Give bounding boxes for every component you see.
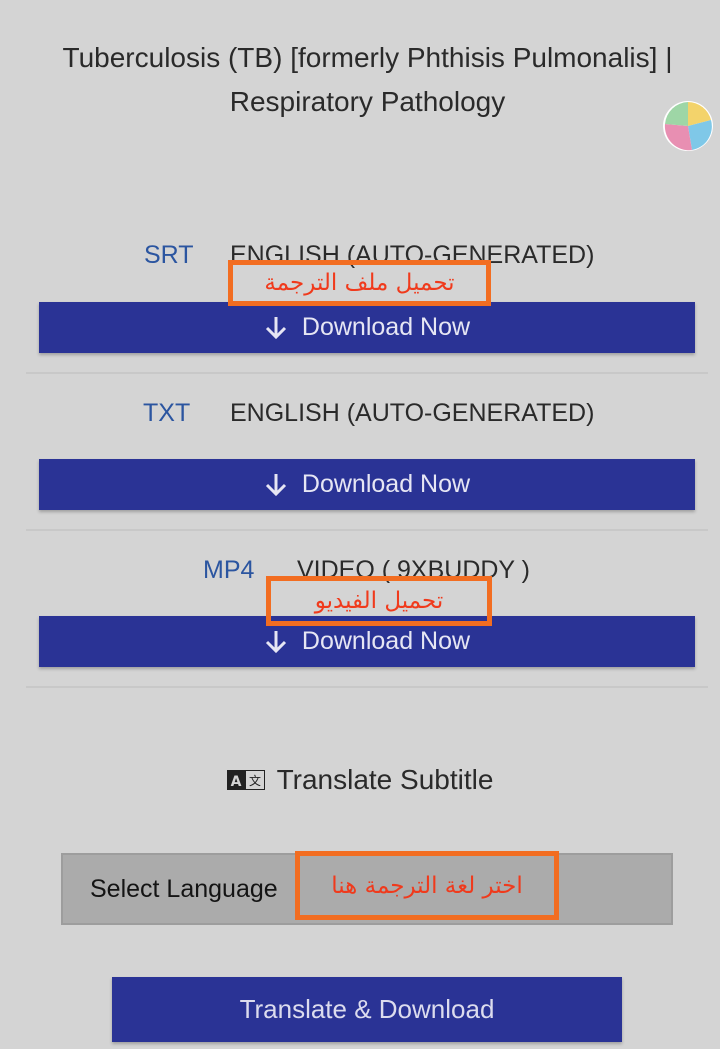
translate-heading: A 文 Translate Subtitle	[0, 764, 720, 796]
divider	[26, 372, 708, 374]
logo-icon	[662, 100, 714, 152]
download-srt-button[interactable]: Download Now	[39, 302, 695, 353]
format-label-srt: SRT	[144, 241, 194, 269]
description-txt: ENGLISH (AUTO-GENERATED)	[230, 399, 595, 427]
translate-icon: A 文	[226, 770, 265, 790]
annotation-video: تحميل الفيديو	[266, 576, 492, 626]
format-label-txt: TXT	[143, 399, 191, 427]
page-title: Tuberculosis (TB) [formerly Phthisis Pul…	[40, 36, 695, 124]
svg-text:A: A	[230, 774, 241, 790]
divider	[26, 529, 708, 531]
download-txt-button[interactable]: Download Now	[39, 459, 695, 510]
arrow-down-icon	[264, 629, 288, 655]
language-select-value: Select Language	[90, 874, 278, 903]
page-title-line1: Tuberculosis (TB) [formerly Phthisis Pul…	[62, 42, 673, 73]
translate-download-button[interactable]: Translate & Download	[112, 977, 622, 1042]
annotation-subtitle-file: تحميل ملف الترجمة	[228, 260, 491, 306]
annotation-language: اختر لغة الترجمة هنا	[295, 851, 559, 920]
arrow-down-icon	[264, 472, 288, 498]
format-label-mp4: MP4	[203, 556, 255, 584]
svg-text:文: 文	[249, 773, 261, 788]
arrow-down-icon	[264, 315, 288, 341]
download-txt-label: Download Now	[301, 470, 471, 498]
translate-heading-text: Translate Subtitle	[276, 764, 494, 795]
divider	[26, 686, 708, 688]
page-title-line2: Respiratory Pathology	[229, 86, 506, 117]
download-srt-label: Download Now	[301, 313, 471, 341]
download-mp4-label: Download Now	[301, 627, 471, 655]
